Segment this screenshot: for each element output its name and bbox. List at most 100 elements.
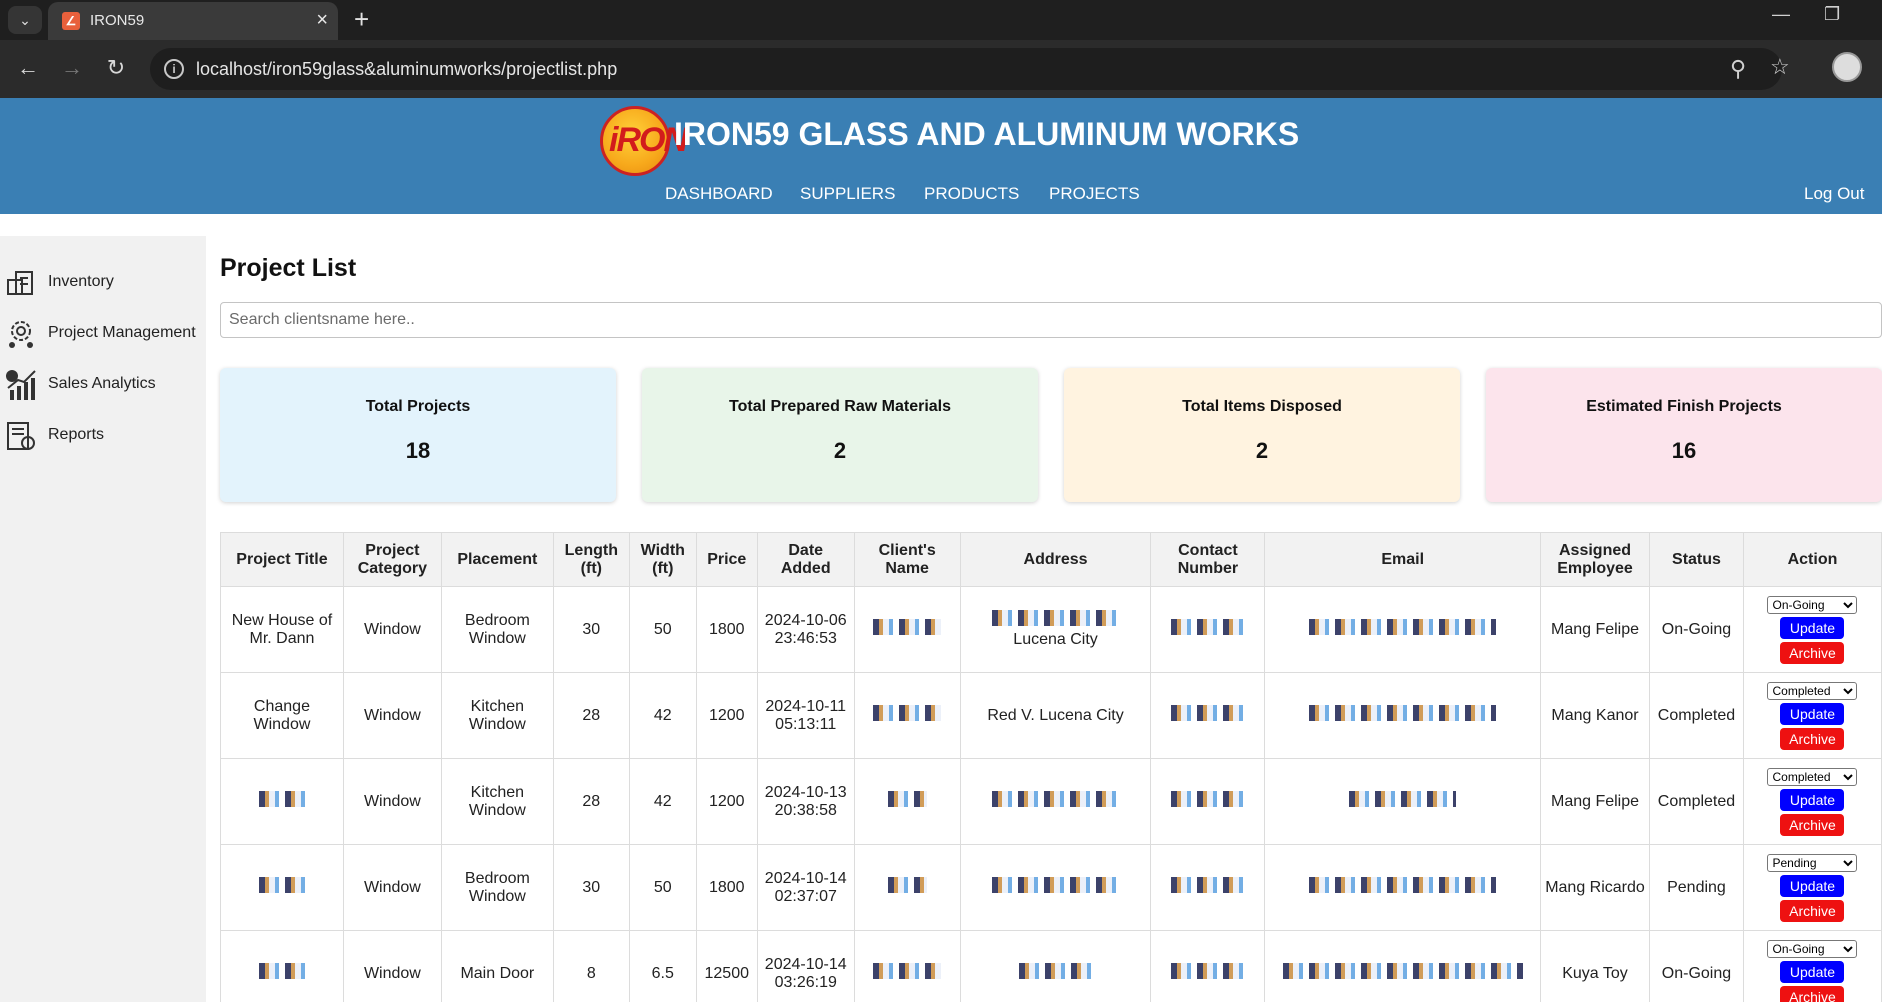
forward-icon[interactable]: →: [56, 54, 88, 82]
cell-placement: Bedroom Window: [440, 844, 554, 931]
status-select[interactable]: On-Going: [1767, 939, 1858, 958]
logout-link[interactable]: Log Out: [1804, 184, 1865, 204]
table-row: Change Window Window Kitchen Window 28 4…: [220, 672, 1882, 759]
cell-employee: Mang Felipe: [1540, 586, 1650, 673]
restore-icon[interactable]: ❐: [1824, 4, 1840, 25]
update-button[interactable]: Update: [1780, 616, 1845, 639]
bookmark-star-icon[interactable]: ☆: [1770, 54, 1790, 80]
reload-icon[interactable]: ↻: [100, 54, 132, 82]
nav-products[interactable]: PRODUCTS: [924, 184, 1019, 204]
cell-date: 2024-10-06 23:46:53: [756, 586, 855, 673]
col-header: Placement: [440, 532, 554, 587]
redacted-text: [873, 963, 942, 979]
chart-growth-icon: [6, 370, 36, 400]
col-header: Action: [1742, 532, 1882, 587]
update-button[interactable]: Update: [1780, 874, 1845, 897]
cell-project-title: Change Window: [220, 672, 344, 759]
redacted-text: [259, 877, 305, 893]
cell-length: 30: [552, 844, 630, 931]
redacted-text: [1171, 877, 1245, 893]
sidebar-item-sales-analytics[interactable]: Sales Analytics: [0, 364, 206, 404]
sidebar-item-project-management[interactable]: Project Management: [0, 313, 206, 353]
site-title: IRON59 GLASS AND ALUMINUM WORKS: [674, 116, 1300, 152]
redacted-text: [1309, 619, 1497, 635]
cell-employee: Mang Kanor: [1540, 672, 1650, 759]
profile-avatar[interactable]: [1832, 52, 1862, 82]
cell-address: Lucena City: [959, 586, 1152, 673]
status-select[interactable]: Pending: [1767, 853, 1858, 872]
cell-category: Window: [342, 672, 442, 759]
cell-length: 28: [552, 758, 630, 845]
cell-client-name: [853, 844, 961, 931]
browser-toolbar: ← → ↻ i localhost/iron59glass&aluminumwo…: [0, 40, 1882, 98]
archive-button[interactable]: Archive: [1780, 899, 1845, 922]
status-select[interactable]: Completed: [1767, 681, 1858, 700]
browser-tab[interactable]: ∠ IRON59 ×: [48, 2, 338, 40]
site-header: iRON IRON59 GLASS AND ALUMINUM WORKS DAS…: [0, 98, 1882, 214]
cell-price: 1200: [695, 672, 758, 759]
cell-category: Window: [342, 758, 442, 845]
url-text[interactable]: localhost/iron59glass&aluminumworks/proj…: [196, 59, 617, 80]
tab-search-chevron-icon[interactable]: ⌄: [8, 6, 42, 34]
cell-price: 1200: [695, 758, 758, 845]
archive-button[interactable]: Archive: [1780, 813, 1845, 836]
site-info-icon[interactable]: i: [164, 59, 184, 79]
sidebar-item-inventory[interactable]: Inventory: [0, 262, 206, 302]
sidebar-item-label: Reports: [48, 426, 105, 443]
sidebar-item-reports[interactable]: Reports: [0, 415, 206, 455]
redacted-text: [887, 791, 927, 807]
card-total-projects: Total Projects 18: [220, 368, 616, 502]
cell-client-name: [853, 586, 961, 673]
tab-title: IRON59: [90, 12, 145, 29]
cell-client-name: [853, 758, 961, 845]
nav-suppliers[interactable]: SUPPLIERS: [800, 184, 895, 204]
cell-email: [1264, 586, 1542, 673]
cell-placement: Main Door: [440, 930, 554, 1002]
col-header: Project Category: [342, 532, 442, 587]
redacted-text: [1282, 963, 1523, 979]
cell-contact: [1150, 930, 1266, 1002]
card-label: Estimated Finish Projects: [1586, 398, 1782, 415]
update-button[interactable]: Update: [1780, 960, 1845, 983]
cell-price: 1800: [695, 586, 758, 673]
zoom-icon[interactable]: ⚲: [1730, 56, 1746, 82]
sidebar-item-label: Inventory: [48, 273, 114, 290]
col-header: Price: [695, 532, 758, 587]
archive-button[interactable]: Archive: [1780, 641, 1845, 664]
archive-button[interactable]: Archive: [1780, 985, 1845, 1002]
redacted-text: [1171, 705, 1245, 721]
archive-button[interactable]: Archive: [1780, 727, 1845, 750]
update-button[interactable]: Update: [1780, 702, 1845, 725]
table-row: Window Kitchen Window 28 42 1200 2024-10…: [220, 758, 1882, 845]
col-header: Project Title: [220, 532, 344, 587]
cell-employee: Mang Ricardo: [1540, 844, 1650, 931]
nav-dashboard[interactable]: DASHBOARD: [665, 184, 773, 204]
cell-date: 2024-10-14 02:37:07: [756, 844, 855, 931]
sidebar-item-label: Project Management: [48, 324, 196, 341]
cell-status: Completed: [1648, 672, 1744, 759]
cell-project-title: [220, 930, 344, 1002]
status-select[interactable]: On-Going: [1767, 595, 1858, 614]
cell-length: 30: [552, 586, 630, 673]
card-value: 16: [1671, 438, 1697, 463]
status-select[interactable]: Completed: [1767, 767, 1858, 786]
close-tab-icon[interactable]: ×: [316, 10, 328, 30]
minimize-icon[interactable]: —: [1772, 4, 1790, 25]
card-label: Total Prepared Raw Materials: [729, 398, 951, 415]
cell-client-name: [853, 672, 961, 759]
cell-address: [959, 844, 1152, 931]
update-button[interactable]: Update: [1780, 788, 1845, 811]
cell-project-title: [220, 844, 344, 931]
redacted-text: [991, 877, 1120, 893]
cell-date: 2024-10-14 03:26:19: [756, 930, 855, 1002]
cell-status: On-Going: [1648, 586, 1744, 673]
col-header: Length (ft): [552, 532, 630, 587]
nav-projects[interactable]: PROJECTS: [1049, 184, 1140, 204]
cell-employee: Kuya Toy: [1540, 930, 1650, 1002]
new-tab-icon[interactable]: +: [354, 4, 369, 34]
cell-action: Completed Update Archive: [1742, 758, 1882, 845]
search-input[interactable]: [220, 302, 1882, 338]
cell-placement: Kitchen Window: [440, 672, 554, 759]
address-bar[interactable]: i localhost/iron59glass&aluminumworks/pr…: [150, 48, 1790, 90]
back-icon[interactable]: ←: [12, 54, 44, 82]
